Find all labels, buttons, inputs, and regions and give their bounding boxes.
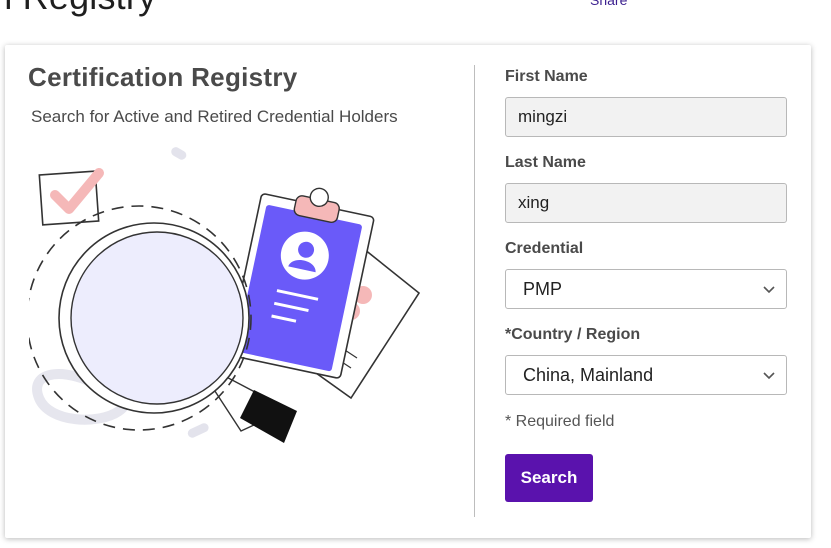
credential-select[interactable]: PMP (505, 269, 787, 309)
first-name-input[interactable] (505, 97, 787, 137)
last-name-input[interactable] (505, 183, 787, 223)
required-field-note: * Required field (505, 413, 615, 430)
card-title: Certification Registry (28, 62, 298, 92)
share-link[interactable]: Share (590, 0, 627, 8)
card-subtitle: Search for Active and Retired Credential… (31, 107, 398, 126)
search-button[interactable]: Search (505, 454, 593, 502)
country-selected-value: China, Mainland (523, 364, 654, 385)
page-heading: on Registry (0, 0, 156, 18)
checkmark-icon (38, 168, 104, 226)
credential-selected-value: PMP (523, 278, 563, 299)
chevron-down-icon (763, 286, 775, 294)
decor-pill (171, 147, 187, 160)
first-name-label: First Name (505, 68, 588, 85)
registry-illustration (29, 147, 421, 443)
country-label: *Country / Region (505, 326, 641, 343)
credential-label: Credential (505, 240, 584, 257)
chevron-down-icon (763, 372, 775, 380)
last-name-label: Last Name (505, 154, 586, 171)
decor-pill (187, 423, 209, 438)
registry-card: Certification Registry Search for Active… (5, 45, 811, 538)
country-select[interactable]: China, Mainland (505, 355, 787, 395)
vertical-divider (474, 65, 475, 517)
